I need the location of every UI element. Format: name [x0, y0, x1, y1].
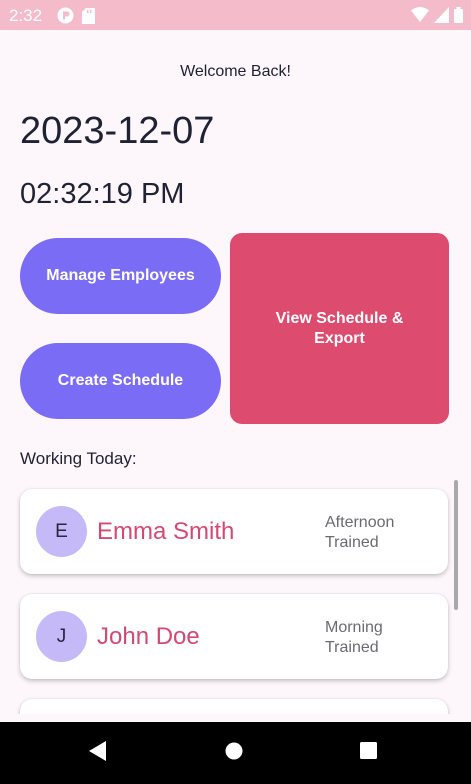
app-notification-icon [57, 7, 74, 24]
employee-shift: Morning [325, 619, 383, 636]
avatar: E [36, 506, 87, 557]
current-time: 02:32:19 PM [20, 178, 185, 210]
status-bar: 2:32 [0, 0, 471, 30]
home-icon [225, 742, 243, 765]
manage-employees-button[interactable]: Manage Employees [20, 238, 221, 314]
status-icons-right [411, 7, 463, 23]
status-icons-left [57, 7, 95, 24]
list-scrollbar[interactable] [454, 480, 458, 610]
employee-details: Afternoon Trained [325, 513, 394, 553]
battery-icon [454, 7, 463, 23]
status-time: 2:32 [9, 6, 43, 25]
home-button[interactable] [219, 738, 249, 768]
welcome-message: Welcome Back! [180, 63, 291, 80]
navigation-bar [0, 722, 471, 784]
employee-status: Trained [325, 534, 379, 551]
create-schedule-label: Create Schedule [57, 372, 184, 389]
back-icon [89, 740, 107, 766]
employee-details: Morning Trained [325, 618, 383, 658]
employee-name: Emma Smith [97, 518, 235, 545]
sd-card-icon [82, 7, 95, 24]
view-schedule-export-label: View Schedule & Export [275, 309, 404, 347]
employee-list[interactable]: E Emma Smith Afternoon Trained J John Do… [0, 476, 471, 714]
avatar: J [36, 611, 87, 662]
manage-employees-label: Manage Employees [46, 267, 195, 284]
employee-card-partial[interactable] [20, 699, 448, 714]
create-schedule-button[interactable]: Create Schedule [20, 343, 221, 419]
employee-name: John Doe [97, 623, 200, 650]
employee-status: Trained [325, 639, 379, 656]
signal-icon [434, 7, 449, 23]
employee-shift: Afternoon [325, 514, 395, 531]
wifi-icon [411, 7, 429, 23]
working-today-label: Working Today: [20, 449, 137, 468]
employee-card[interactable]: J John Doe Morning Trained [20, 594, 448, 679]
recents-button[interactable] [353, 738, 383, 768]
view-schedule-export-button[interactable]: View Schedule & Export [230, 233, 449, 424]
recents-icon [359, 742, 377, 764]
employee-card[interactable]: E Emma Smith Afternoon Trained [20, 489, 448, 574]
back-button[interactable] [83, 738, 113, 768]
current-date: 2023-12-07 [20, 110, 215, 152]
